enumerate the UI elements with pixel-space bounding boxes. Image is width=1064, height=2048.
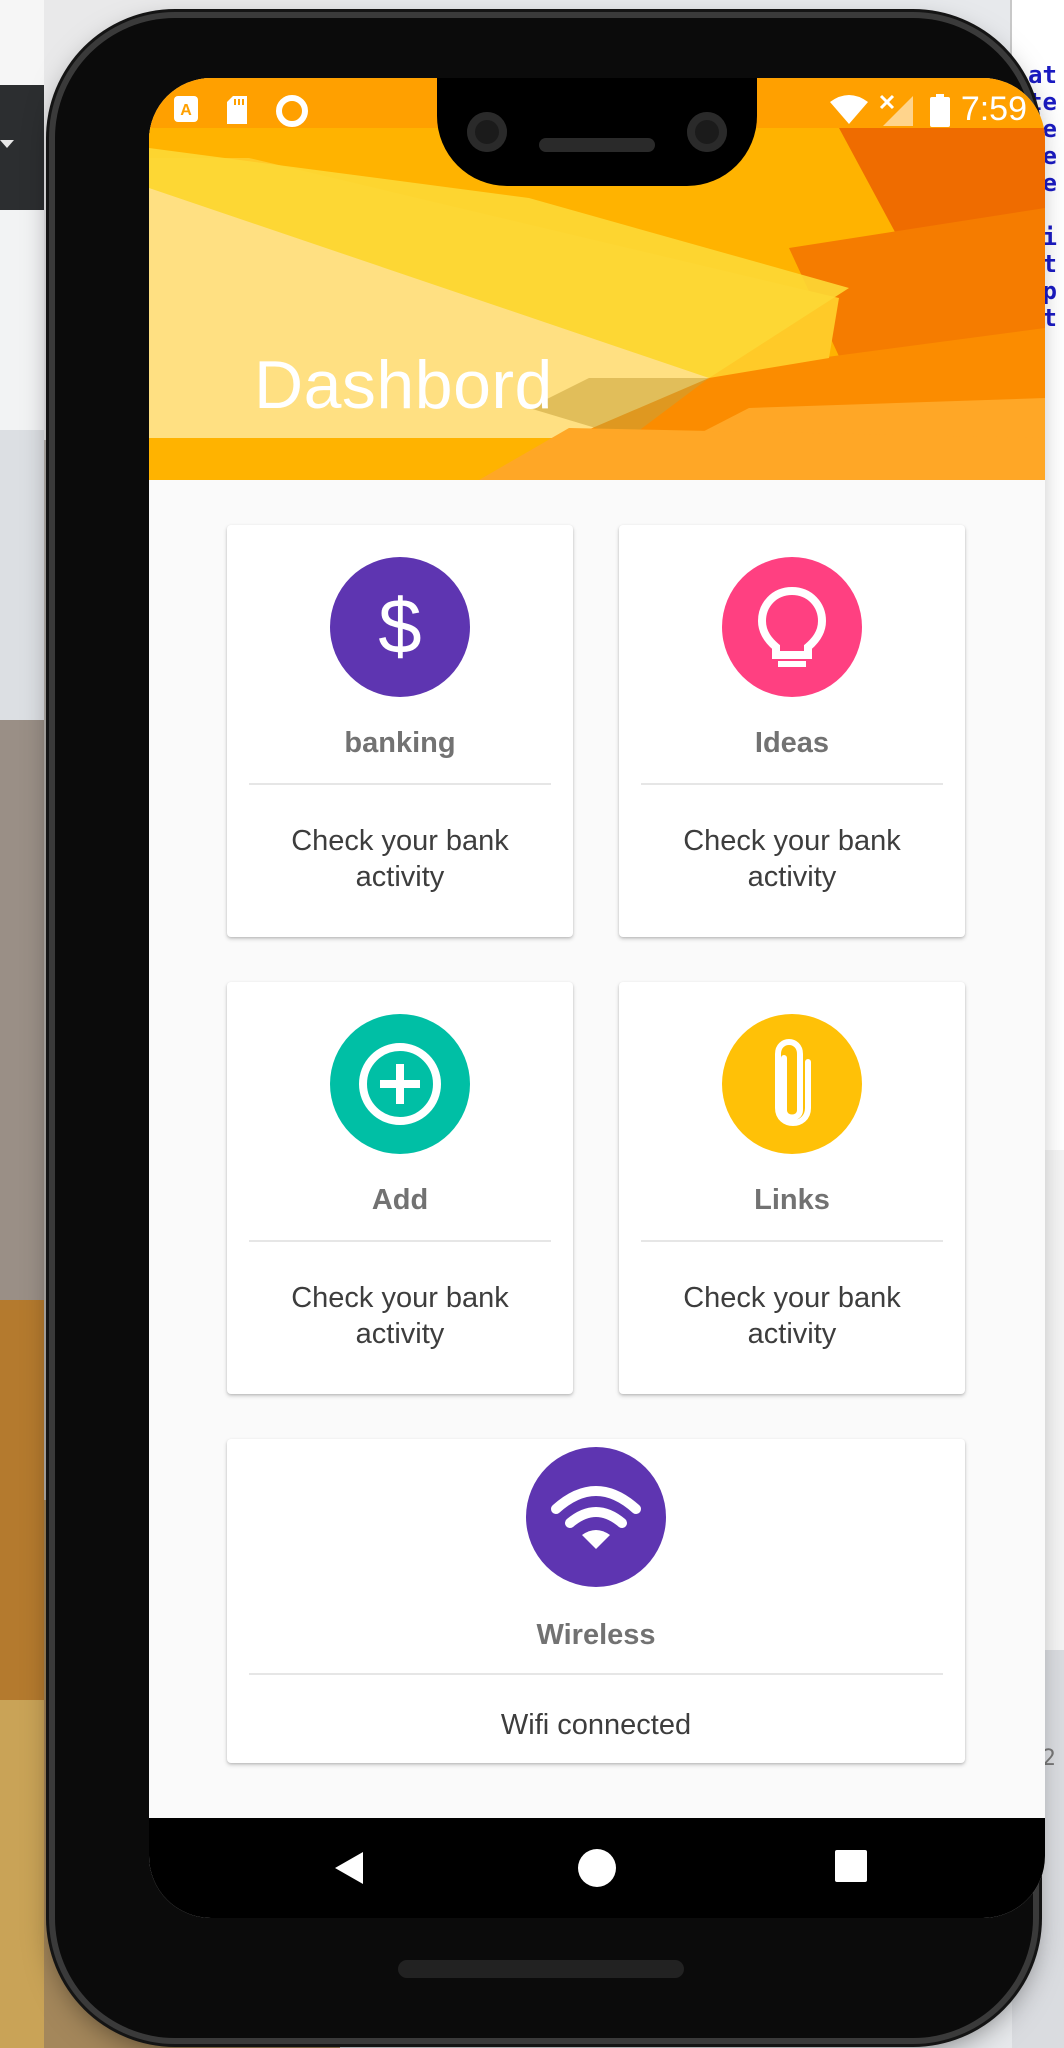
links-circle bbox=[722, 1014, 862, 1154]
card-divider bbox=[641, 1240, 943, 1242]
recents-icon[interactable] bbox=[833, 1848, 869, 1884]
card-divider bbox=[249, 1673, 943, 1675]
accessibility-a-icon: A bbox=[174, 96, 198, 122]
card-description: Check your bank activity bbox=[683, 1282, 901, 1350]
card-ideas[interactable]: Ideas Check your bank activity bbox=[619, 525, 965, 937]
card-description: Check your bank activity bbox=[291, 825, 509, 893]
card-links[interactable]: Links Check your bank activity bbox=[619, 982, 965, 1394]
card-title: Ideas bbox=[754, 727, 830, 759]
card-banking[interactable]: $ banking Check your bank activity bbox=[227, 525, 573, 937]
svg-text:$: $ bbox=[378, 582, 421, 670]
bottom-speaker-grille bbox=[398, 1960, 684, 1978]
add-circle-icon bbox=[359, 1043, 441, 1125]
page-title: Dashbord bbox=[254, 347, 553, 423]
wireless-circle bbox=[526, 1447, 666, 1587]
front-camera bbox=[687, 112, 727, 152]
wifi-icon bbox=[551, 1486, 641, 1549]
phone-screen: Dashbord A 7:59 $ banking Check your ban… bbox=[149, 78, 1045, 1918]
card-description: Check your bank activity bbox=[291, 1282, 509, 1350]
card-description: Wifi connected bbox=[500, 1709, 692, 1741]
earpiece-speaker bbox=[539, 138, 655, 152]
card-title: banking bbox=[344, 727, 456, 759]
card-divider bbox=[249, 783, 551, 785]
desktop-left-strip bbox=[0, 0, 44, 2048]
card-divider bbox=[249, 1240, 551, 1242]
ideas-circle bbox=[722, 557, 862, 697]
paperclip-icon bbox=[775, 1039, 811, 1126]
lightbulb-icon bbox=[757, 586, 827, 667]
card-title: Links bbox=[754, 1184, 830, 1216]
sd-card-icon bbox=[227, 96, 247, 124]
status-time: 7:59 bbox=[960, 90, 1027, 128]
phone-frame: Dashbord A 7:59 $ banking Check your ban… bbox=[55, 18, 1045, 2038]
card-title: Wireless bbox=[536, 1619, 656, 1651]
home-icon[interactable] bbox=[577, 1848, 617, 1888]
wifi-icon bbox=[830, 95, 868, 124]
card-title: Add bbox=[371, 1184, 429, 1216]
card-wireless[interactable]: Wireless Wifi connected bbox=[227, 1439, 965, 1763]
front-camera bbox=[467, 112, 507, 152]
banking-circle: $ bbox=[330, 557, 470, 697]
card-divider bbox=[641, 783, 943, 785]
circle-notification-icon bbox=[276, 95, 308, 127]
dollar-icon: $ bbox=[378, 582, 421, 670]
add-circle bbox=[330, 1014, 470, 1154]
signal-off-icon bbox=[879, 94, 913, 126]
android-navigation-bar bbox=[149, 1818, 1045, 1918]
display-notch bbox=[437, 78, 757, 186]
back-icon[interactable] bbox=[329, 1848, 369, 1888]
svg-text:A: A bbox=[180, 102, 192, 119]
chevron-down-icon bbox=[0, 140, 14, 148]
battery-icon bbox=[930, 94, 950, 127]
card-description: Check your bank activity bbox=[683, 825, 901, 893]
card-add[interactable]: Add Check your bank activity bbox=[227, 982, 573, 1394]
